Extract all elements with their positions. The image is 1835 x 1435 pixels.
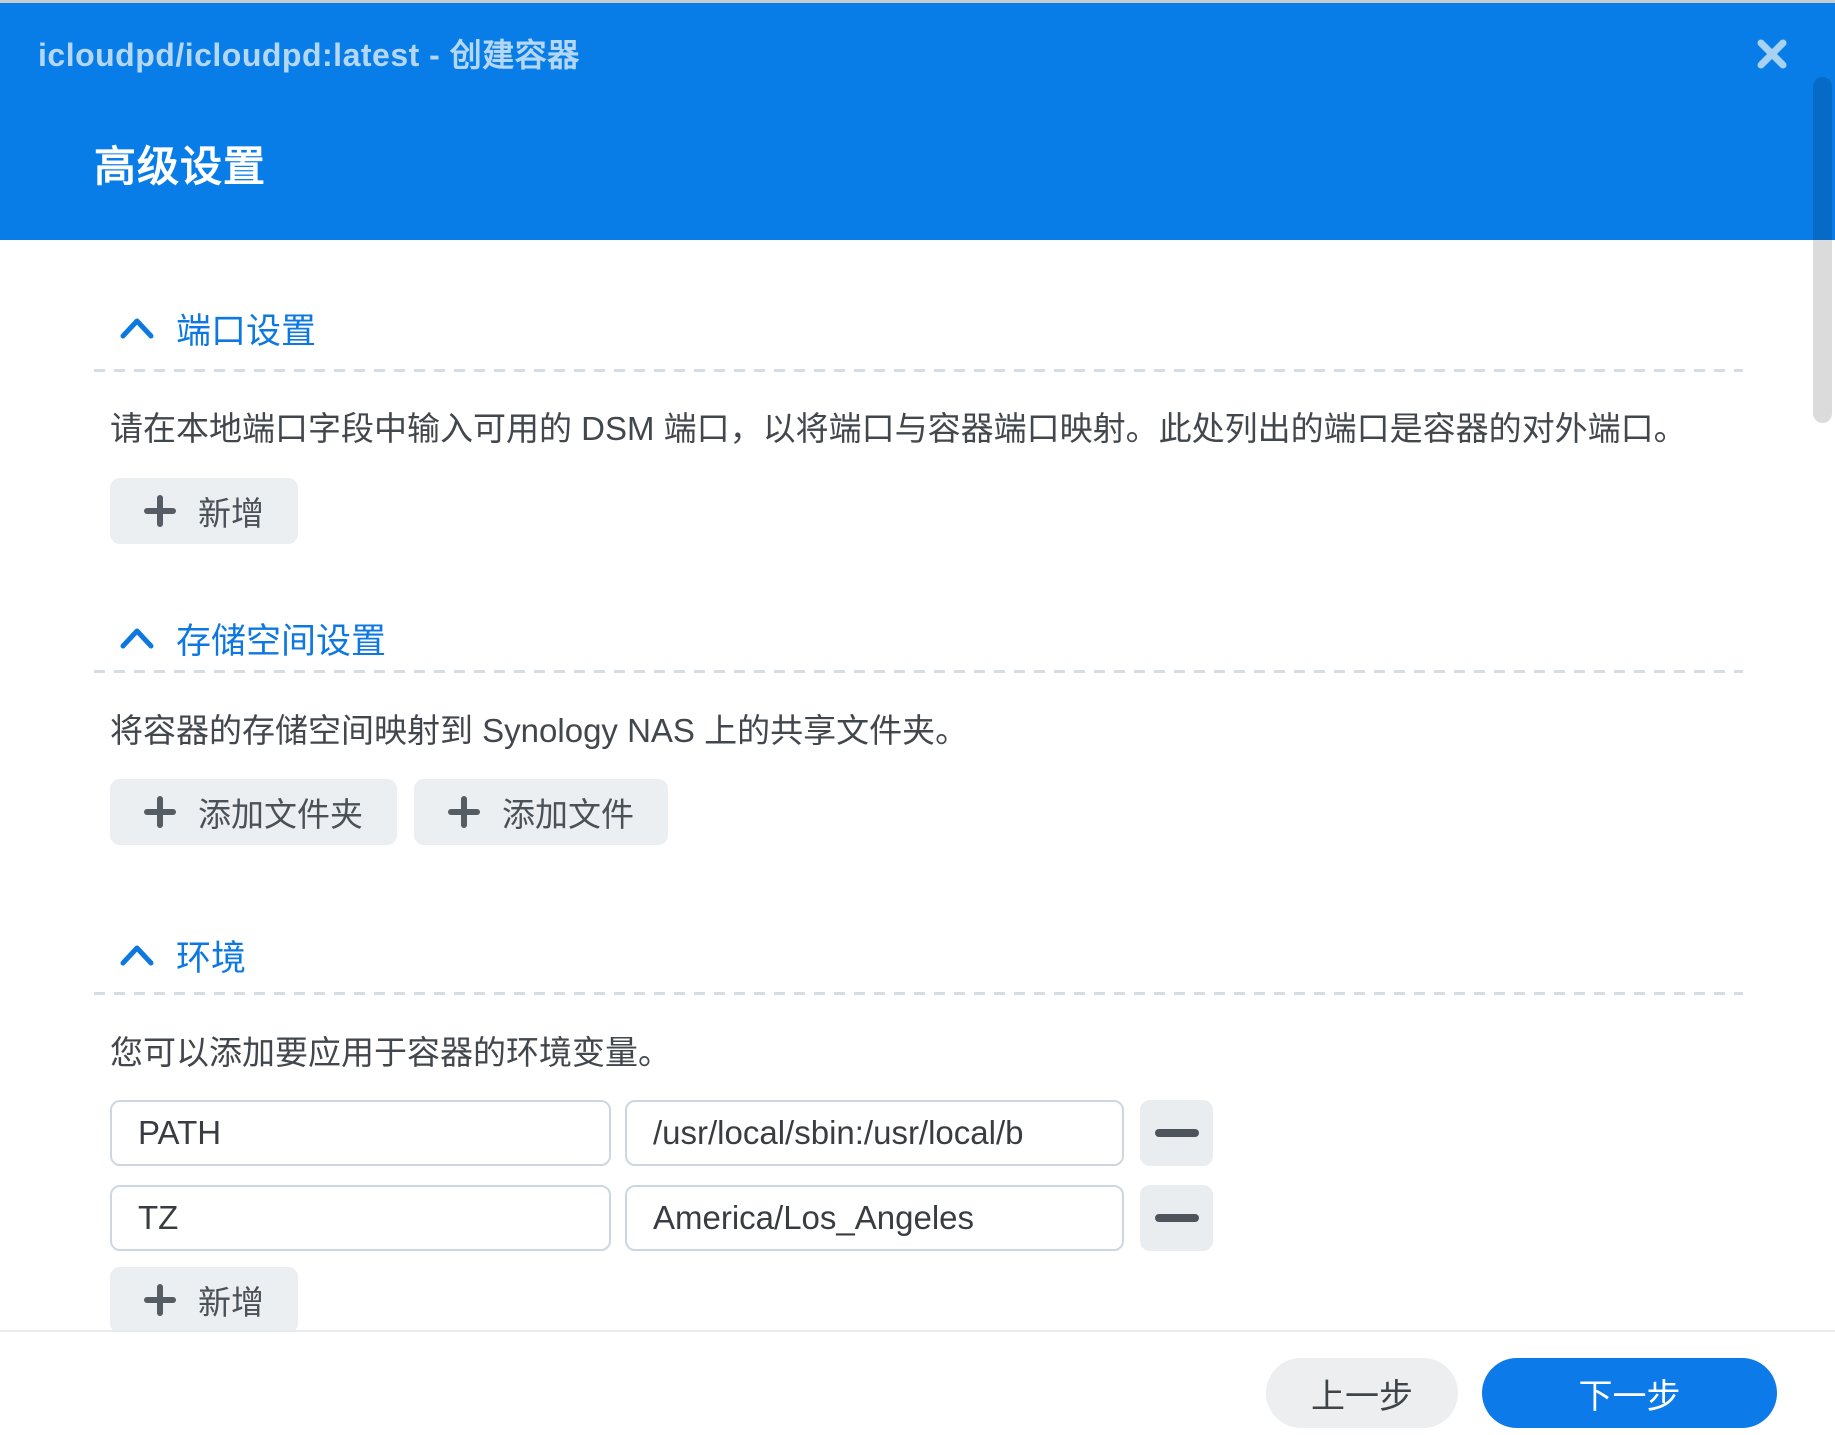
section-toggle-port-settings[interactable]: 端口设置 xyxy=(110,304,1835,352)
close-icon xyxy=(1757,39,1787,69)
section-title: 环境 xyxy=(176,938,247,978)
plus-icon xyxy=(448,796,480,828)
create-container-dialog: icloudpd/icloudpd:latest - 创建容器 高级设置 端口设… xyxy=(0,0,1835,1435)
button-label: 新增 xyxy=(198,1284,264,1321)
backdrop-edge xyxy=(0,0,1835,3)
chevron-up-icon xyxy=(120,318,154,339)
add-folder-button[interactable]: 添加文件夹 xyxy=(110,779,397,845)
add-env-var-button[interactable]: 新增 xyxy=(110,1267,298,1330)
add-file-button[interactable]: 添加文件 xyxy=(414,779,668,845)
chevron-up-icon xyxy=(120,628,154,649)
section-volume-settings: 存储空间设置 将容器的存储空间映射到 Synology NAS 上的共享文件夹。… xyxy=(94,614,1835,845)
env-value-input[interactable] xyxy=(625,1185,1124,1251)
env-value-input[interactable] xyxy=(625,1100,1124,1166)
close-button[interactable] xyxy=(1749,31,1795,77)
add-port-button[interactable]: 新增 xyxy=(110,478,298,544)
env-var-row-tz xyxy=(110,1185,1835,1251)
minus-icon xyxy=(1154,1129,1199,1137)
section-title: 端口设置 xyxy=(176,311,317,351)
next-step-button[interactable]: 下一步 xyxy=(1482,1358,1777,1428)
remove-env-var-button[interactable] xyxy=(1140,1185,1213,1251)
env-key-input[interactable] xyxy=(110,1100,611,1166)
plus-icon xyxy=(144,495,176,527)
section-description: 将容器的存储空间映射到 Synology NAS 上的共享文件夹。 xyxy=(110,712,969,749)
remove-env-var-button[interactable] xyxy=(1140,1100,1213,1166)
button-label: 添加文件夹 xyxy=(198,796,363,833)
previous-step-button[interactable]: 上一步 xyxy=(1266,1358,1458,1428)
dashed-divider xyxy=(94,670,1743,673)
button-label: 新增 xyxy=(198,495,264,532)
dashed-divider xyxy=(94,992,1743,995)
page-title: 高级设置 xyxy=(94,143,267,190)
section-environment: 环境 您可以添加要应用于容器的环境变量。 PATH /usr/local/sbi… xyxy=(94,931,1835,1330)
dialog-content: 端口设置 请在本地端口字段中输入可用的 DSM 端口，以将端口与容器端口映射。此… xyxy=(0,240,1835,1330)
plus-icon xyxy=(144,1284,176,1316)
plus-icon xyxy=(144,796,176,828)
dialog-header: icloudpd/icloudpd:latest - 创建容器 高级设置 xyxy=(0,3,1835,240)
window-title: icloudpd/icloudpd:latest - 创建容器 xyxy=(38,37,580,73)
section-toggle-environment[interactable]: 环境 xyxy=(110,931,1835,979)
button-label: 添加文件 xyxy=(502,796,634,833)
section-description: 您可以添加要应用于容器的环境变量。 xyxy=(110,1034,671,1071)
dialog-footer: 上一步 下一步 xyxy=(0,1330,1835,1435)
scrollbar-thumb[interactable] xyxy=(1813,77,1832,423)
section-title: 存储空间设置 xyxy=(176,621,387,661)
dashed-divider xyxy=(94,369,1743,372)
section-port-settings: 端口设置 请在本地端口字段中输入可用的 DSM 端口，以将端口与容器端口映射。此… xyxy=(94,304,1835,544)
section-toggle-volume-settings[interactable]: 存储空间设置 xyxy=(110,614,1835,662)
chevron-up-icon xyxy=(120,945,154,966)
env-key-input[interactable] xyxy=(110,1185,611,1251)
env-var-row-path xyxy=(110,1100,1835,1166)
minus-icon xyxy=(1154,1214,1199,1222)
section-description: 请在本地端口字段中输入可用的 DSM 端口，以将端口与容器端口映射。此处列出的端… xyxy=(110,410,1687,447)
